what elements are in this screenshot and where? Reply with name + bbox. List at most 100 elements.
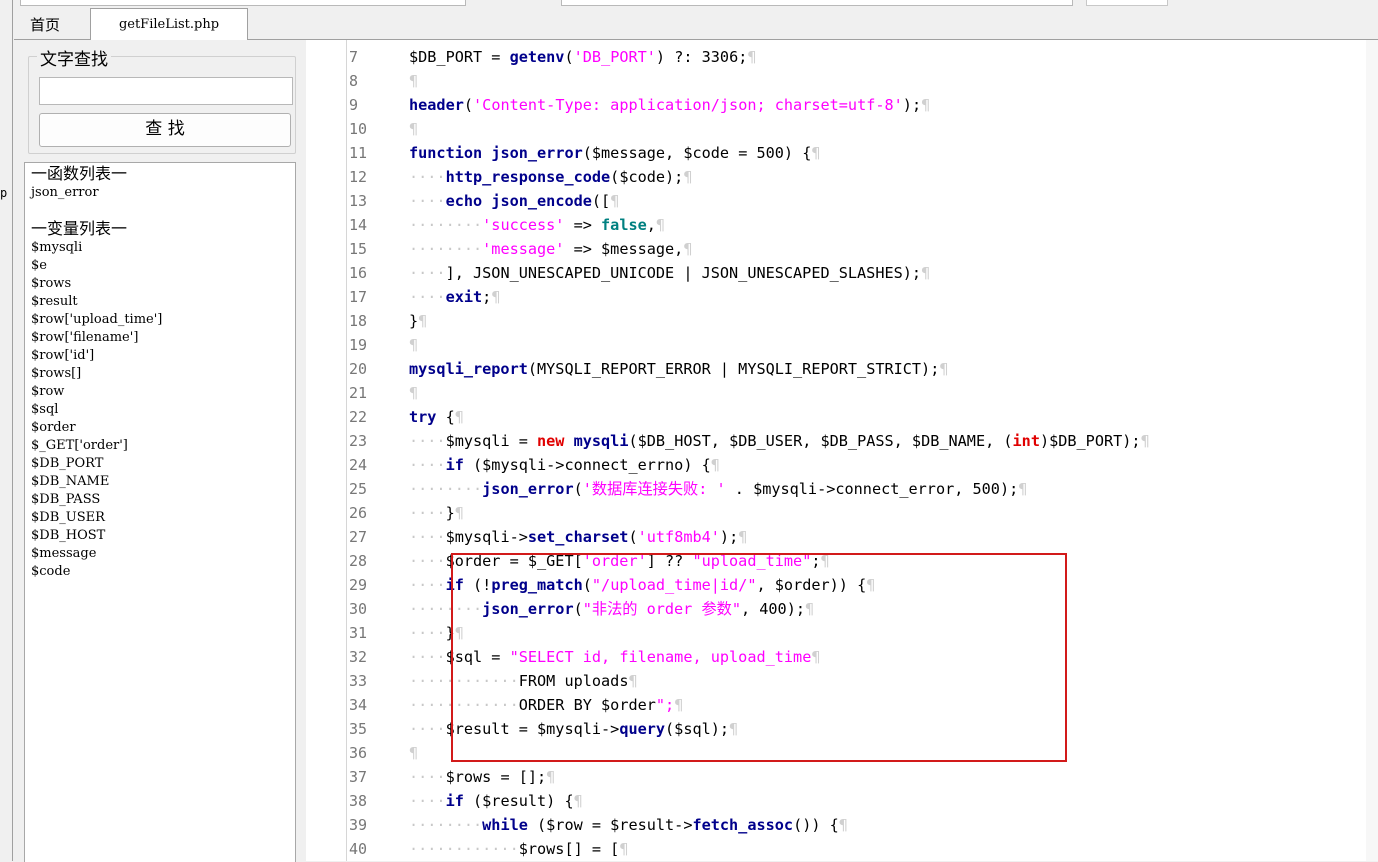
variable-item[interactable]: $row bbox=[31, 383, 64, 401]
code-line[interactable]: 27 ····$mysqli->set_charset('utf8mb4');¶ bbox=[347, 525, 1378, 549]
code-line[interactable]: 16 ····], JSON_UNESCAPED_UNICODE | JSON_U… bbox=[347, 261, 1378, 285]
line-number: 26 bbox=[349, 504, 368, 522]
code-text: ····}¶ bbox=[409, 504, 464, 522]
code-line[interactable]: 17 ····exit;¶ bbox=[347, 285, 1378, 309]
line-number: 16 bbox=[349, 264, 368, 282]
line-number: 14 bbox=[349, 216, 368, 234]
code-line[interactable]: 12 ····http_response_code($code);¶ bbox=[347, 165, 1378, 189]
variable-item[interactable]: $DB_PASS bbox=[31, 491, 100, 509]
code-line[interactable]: 14 ········'success' => false,¶ bbox=[347, 213, 1378, 237]
code-text: ········while ($row = $result->fetch_ass… bbox=[409, 816, 848, 834]
code-line[interactable]: 21 ¶ bbox=[347, 381, 1378, 405]
line-number: 9 bbox=[349, 96, 359, 114]
variable-item[interactable]: $e bbox=[31, 257, 47, 275]
code-text: ····echo json_encode([¶ bbox=[409, 192, 620, 210]
code-line[interactable]: 7 $DB_PORT = getenv('DB_PORT') ?: 3306;¶ bbox=[347, 45, 1378, 69]
code-line[interactable]: 25 ········json_error('数据库连接失败: ' . $mysq… bbox=[347, 477, 1378, 501]
code-line[interactable]: 38 ····if ($result) {¶ bbox=[347, 789, 1378, 813]
code-line[interactable]: 10 ¶ bbox=[347, 117, 1378, 141]
tab-home[interactable]: 首页 bbox=[30, 10, 60, 38]
line-number: 17 bbox=[349, 288, 368, 306]
toolbar-button[interactable] bbox=[1086, 0, 1168, 6]
variable-item[interactable]: $row['id'] bbox=[31, 347, 94, 365]
line-number-gutter-bg bbox=[306, 40, 346, 861]
variable-item[interactable]: $rows[] bbox=[31, 365, 81, 383]
line-number: 18 bbox=[349, 312, 368, 330]
code-text: }¶ bbox=[409, 312, 428, 330]
code-text: ········json_error('数据库连接失败: ' . $mysqli… bbox=[409, 480, 1028, 498]
variable-item[interactable]: $mysqli bbox=[31, 239, 82, 257]
line-number: 10 bbox=[349, 120, 368, 138]
code-text: ····], JSON_UNESCAPED_UNICODE | JSON_UNE… bbox=[409, 264, 931, 282]
editor-scrollbar[interactable] bbox=[1366, 40, 1378, 861]
text-search-group: 文字查找 查 找 bbox=[28, 45, 296, 154]
line-number: 12 bbox=[349, 168, 368, 186]
code-line[interactable]: 9 header('Content-Type: application/json;… bbox=[347, 93, 1378, 117]
function-item[interactable]: json_error bbox=[31, 184, 99, 202]
code-text: ············$rows[] = [¶ bbox=[409, 840, 629, 858]
tab-getfilelist[interactable]: getFileList.php bbox=[90, 8, 248, 40]
line-number: 30 bbox=[349, 600, 368, 618]
line-number: 22 bbox=[349, 408, 368, 426]
variable-item[interactable]: $order bbox=[31, 419, 76, 437]
line-number: 24 bbox=[349, 456, 368, 474]
code-text: try {¶ bbox=[409, 408, 464, 426]
code-line[interactable]: 22 try {¶ bbox=[347, 405, 1378, 429]
variable-item[interactable]: $result bbox=[31, 293, 78, 311]
line-number: 23 bbox=[349, 432, 368, 450]
tab-bar: 首页 getFileList.php bbox=[14, 8, 1378, 40]
line-number: 7 bbox=[349, 48, 359, 66]
variable-item[interactable]: $code bbox=[31, 563, 70, 581]
code-text: mysqli_report(MYSQLI_REPORT_ERROR | MYSQ… bbox=[409, 360, 949, 378]
code-line[interactable]: 20 mysqli_report(MYSQLI_REPORT_ERROR | MY… bbox=[347, 357, 1378, 381]
code-text: ····if ($result) {¶ bbox=[409, 792, 583, 810]
line-number: 27 bbox=[349, 528, 368, 546]
code-text: ¶ bbox=[409, 72, 419, 90]
functions-header: 一函数列表一 bbox=[31, 164, 128, 183]
left-collapsed-panel[interactable]: p bbox=[0, 0, 13, 861]
line-number: 29 bbox=[349, 576, 368, 594]
side-panel: 文字查找 查 找 一函数列表一 json_error 一变量列表一 $mysqli $e… bbox=[14, 40, 304, 862]
code-line[interactable]: 18 }¶ bbox=[347, 309, 1378, 333]
line-number: 35 bbox=[349, 720, 368, 738]
line-number: 40 bbox=[349, 840, 368, 858]
line-number: 15 bbox=[349, 240, 368, 258]
code-text: ¶ bbox=[409, 384, 419, 402]
code-text: ····$mysqli->set_charset('utf8mb4');¶ bbox=[409, 528, 748, 546]
line-number: 19 bbox=[349, 336, 368, 354]
toolbar-field-left[interactable] bbox=[20, 0, 466, 6]
code-line[interactable]: 24 ····if ($mysqli->connect_errno) {¶ bbox=[347, 453, 1378, 477]
variable-item[interactable]: $_GET['order'] bbox=[31, 437, 128, 455]
variable-item[interactable]: $row['filename'] bbox=[31, 329, 138, 347]
code-line[interactable]: 37 ····$rows = [];¶ bbox=[347, 765, 1378, 789]
code-line[interactable]: 40 ············$rows[] = [¶ bbox=[347, 837, 1378, 861]
toolbar-field-right[interactable] bbox=[561, 0, 1073, 6]
code-line[interactable]: 15 ········'message' => $message,¶ bbox=[347, 237, 1378, 261]
top-toolbar-strip bbox=[0, 0, 1378, 8]
code-line[interactable]: 11 function json_error($message, $code = … bbox=[347, 141, 1378, 165]
variable-item[interactable]: $row['upload_time'] bbox=[31, 311, 162, 329]
variable-item[interactable]: $message bbox=[31, 545, 96, 563]
code-line[interactable]: 19 ¶ bbox=[347, 333, 1378, 357]
variable-item[interactable]: $DB_NAME bbox=[31, 473, 109, 491]
variable-item[interactable]: $DB_HOST bbox=[31, 527, 105, 545]
search-input[interactable] bbox=[39, 77, 293, 105]
code-line[interactable]: 13 ····echo json_encode([¶ bbox=[347, 189, 1378, 213]
variable-item[interactable]: $sql bbox=[31, 401, 58, 419]
line-number: 34 bbox=[349, 696, 368, 714]
variable-item[interactable]: $DB_USER bbox=[31, 509, 105, 527]
line-number: 8 bbox=[349, 72, 359, 90]
code-text: ····$mysqli = new mysqli($DB_HOST, $DB_U… bbox=[409, 432, 1150, 450]
code-text: ¶ bbox=[409, 120, 419, 138]
variable-item[interactable]: $DB_PORT bbox=[31, 455, 103, 473]
code-text: $DB_PORT = getenv('DB_PORT') ?: 3306;¶ bbox=[409, 48, 757, 66]
code-line[interactable]: 39 ········while ($row = $result->fetch_a… bbox=[347, 813, 1378, 837]
variable-item[interactable]: $rows bbox=[31, 275, 71, 293]
code-line[interactable]: 8 ¶ bbox=[347, 69, 1378, 93]
code-text: ¶ bbox=[409, 744, 419, 762]
code-line[interactable]: 26 ····}¶ bbox=[347, 501, 1378, 525]
code-line[interactable]: 23 ····$mysqli = new mysqli($DB_HOST, $DB… bbox=[347, 429, 1378, 453]
outline-list[interactable]: 一函数列表一 json_error 一变量列表一 $mysqli $e $rows $res… bbox=[24, 162, 296, 862]
search-button[interactable]: 查 找 bbox=[39, 113, 291, 147]
code-text: header('Content-Type: application/json; … bbox=[409, 96, 931, 114]
